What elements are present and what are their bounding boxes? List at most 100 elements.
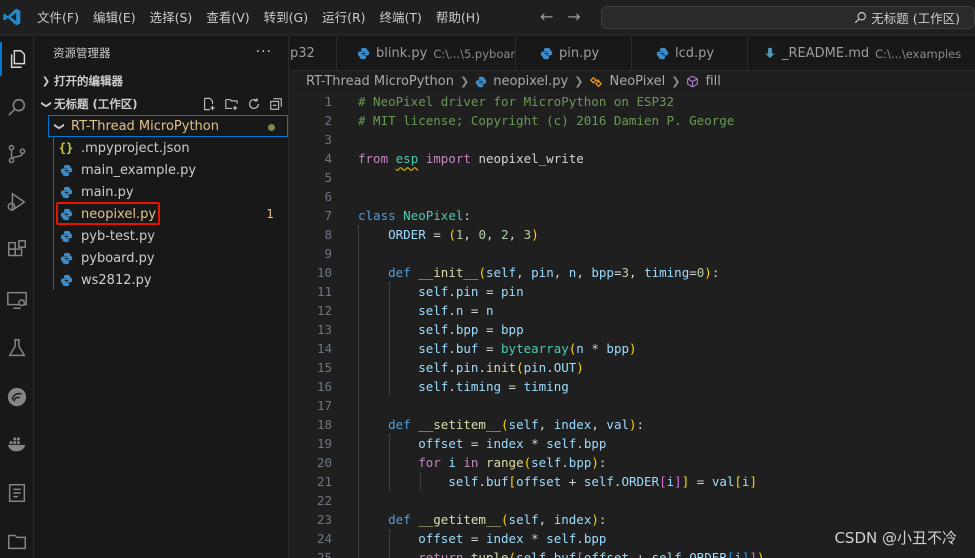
menu-edit[interactable]: 编辑(E) <box>86 0 143 35</box>
more-actions-icon[interactable]: ··· <box>256 44 272 60</box>
run-debug-icon[interactable] <box>0 185 34 219</box>
method-symbol-icon <box>687 75 699 88</box>
document-panel-icon[interactable] <box>0 476 34 510</box>
breadcrumb-folder[interactable]: RT-Thread MicroPython <box>306 74 454 89</box>
line-number: 14 <box>316 341 332 356</box>
file-name: pyboard.py <box>81 250 155 266</box>
csdn-watermark: CSDN @小丑不冷 <box>834 529 957 547</box>
code-line: from esp import neopixel_write <box>358 151 584 166</box>
code-editor[interactable]: 1 # NeoPixel driver for MicroPython on ES… <box>290 92 975 558</box>
tab-description: C:\...\5.pyboard <box>433 46 516 61</box>
remote-explorer-icon[interactable] <box>0 283 34 317</box>
workspace-section[interactable]: ❯ 无标题 (工作区) <box>34 93 289 115</box>
menu-view[interactable]: 查看(V) <box>199 0 256 35</box>
search-view-icon[interactable] <box>0 90 34 124</box>
code-line: # NeoPixel driver for MicroPython on ESP… <box>358 94 675 109</box>
chevron-right-icon: ❯ <box>41 75 51 87</box>
menu-help[interactable]: 帮助(H) <box>429 0 487 35</box>
file-item[interactable]: neopixel.py 1 <box>48 203 288 225</box>
source-control-icon[interactable] <box>0 137 34 171</box>
code-line: self.timing = timing <box>418 379 569 394</box>
line-number: 20 <box>316 455 332 470</box>
file-name: pyb-test.py <box>81 228 155 244</box>
line-number: 19 <box>316 436 332 451</box>
editor-tabs: p32 blink.py C:\...\5.pyboard pin.py lcd… <box>290 36 975 71</box>
line-number: 8 <box>324 227 332 242</box>
python-icon <box>58 186 74 199</box>
line-number: 23 <box>316 512 332 527</box>
explorer-icon[interactable] <box>0 42 34 76</box>
vscode-logo-icon <box>3 8 21 26</box>
json-braces-icon: {} <box>58 141 74 155</box>
menu-bar: 文件(F) 编辑(E) 选择(S) 查看(V) 转到(G) 运行(R) 终端(T… <box>30 0 487 35</box>
menu-go[interactable]: 转到(G) <box>257 0 315 35</box>
file-tree: ❯ RT-Thread MicroPython <box>48 115 288 137</box>
problem-count-badge: 1 <box>266 207 274 221</box>
line-number: 2 <box>324 113 332 128</box>
new-folder-icon[interactable] <box>224 97 239 111</box>
chevron-right-icon: ❯ <box>671 75 681 88</box>
back-arrow-icon[interactable]: ← <box>540 7 553 26</box>
tab-esp32[interactable]: p32 <box>290 36 337 71</box>
class-symbol-icon <box>590 76 603 87</box>
file-list: {} .mpyproject.json main_example.py main.py… <box>48 137 288 291</box>
forward-arrow-icon[interactable]: → <box>567 7 580 26</box>
line-number: 11 <box>316 284 332 299</box>
breadcrumb-class[interactable]: NeoPixel <box>609 74 665 89</box>
chevron-down-icon: ❯ <box>53 121 65 131</box>
tab-label: pin.py <box>559 46 600 61</box>
line-number: 10 <box>316 265 332 280</box>
python-icon <box>357 47 370 60</box>
line-number: 15 <box>316 360 332 375</box>
python-icon <box>58 230 74 243</box>
open-editors-label: 打开的编辑器 <box>54 74 123 88</box>
tab-blink[interactable]: blink.py C:\...\5.pyboard <box>337 36 516 71</box>
breadcrumb-method[interactable]: fill <box>705 74 720 89</box>
code-line: self.pin = pin <box>418 284 524 299</box>
folder-panel-icon[interactable] <box>0 524 34 558</box>
workspace-label: 无标题 (工作区) <box>54 97 138 111</box>
breadcrumb-file[interactable]: neopixel.py <box>493 74 568 89</box>
activity-bar <box>0 36 34 558</box>
python-icon <box>656 47 669 60</box>
open-editors-section[interactable]: ❯ 打开的编辑器 <box>34 70 289 92</box>
file-item[interactable]: ws2812.py <box>48 269 288 291</box>
line-number: 17 <box>316 398 332 413</box>
folder-rt-thread-micropython[interactable]: ❯ RT-Thread MicroPython <box>48 115 288 137</box>
code-line: self.pin.init(pin.OUT) <box>418 360 584 375</box>
wireless-device-icon[interactable] <box>0 380 34 414</box>
chevron-right-icon: ❯ <box>574 75 584 88</box>
file-item[interactable]: {} .mpyproject.json <box>48 137 288 159</box>
tab-description: C:\...\examples <box>875 46 962 61</box>
line-number: 18 <box>316 417 332 432</box>
docker-icon[interactable] <box>0 427 34 461</box>
file-item[interactable]: main_example.py <box>48 159 288 181</box>
menu-run[interactable]: 运行(R) <box>315 0 372 35</box>
command-center-search[interactable]: 无标题 (工作区) <box>601 6 975 29</box>
code-line: def __init__(self, pin, n, bpp=3, timing… <box>388 265 720 280</box>
file-item[interactable]: pyb-test.py <box>48 225 288 247</box>
menu-file[interactable]: 文件(F) <box>30 0 86 35</box>
python-icon <box>475 76 487 87</box>
file-name: main_example.py <box>81 162 197 178</box>
chevron-right-icon: ❯ <box>459 75 470 88</box>
menu-selection[interactable]: 选择(S) <box>143 0 200 35</box>
testing-flask-icon[interactable] <box>0 331 34 365</box>
file-item[interactable]: pyboard.py <box>48 247 288 269</box>
refresh-icon[interactable] <box>247 97 261 111</box>
file-item[interactable]: main.py <box>48 181 288 203</box>
line-number: 7 <box>324 208 332 223</box>
menu-terminal[interactable]: 终端(T) <box>373 0 429 35</box>
tab-pin[interactable]: pin.py <box>516 36 632 71</box>
tab-lcd[interactable]: lcd.py <box>632 36 748 71</box>
code-line: return tuple(self.buf[offset + self.ORDE… <box>418 550 765 558</box>
code-line: def __getitem__(self, index): <box>388 512 607 527</box>
line-number: 6 <box>324 189 332 204</box>
python-icon <box>58 274 74 287</box>
collapse-all-icon[interactable] <box>269 97 283 111</box>
code-line: def __setitem__(self, index, val): <box>388 417 645 432</box>
code-line: class NeoPixel: <box>358 208 471 223</box>
new-file-icon[interactable] <box>202 97 216 111</box>
extensions-icon[interactable] <box>0 233 34 267</box>
tab-readme[interactable]: _README.md C:\...\examples <box>748 36 975 71</box>
